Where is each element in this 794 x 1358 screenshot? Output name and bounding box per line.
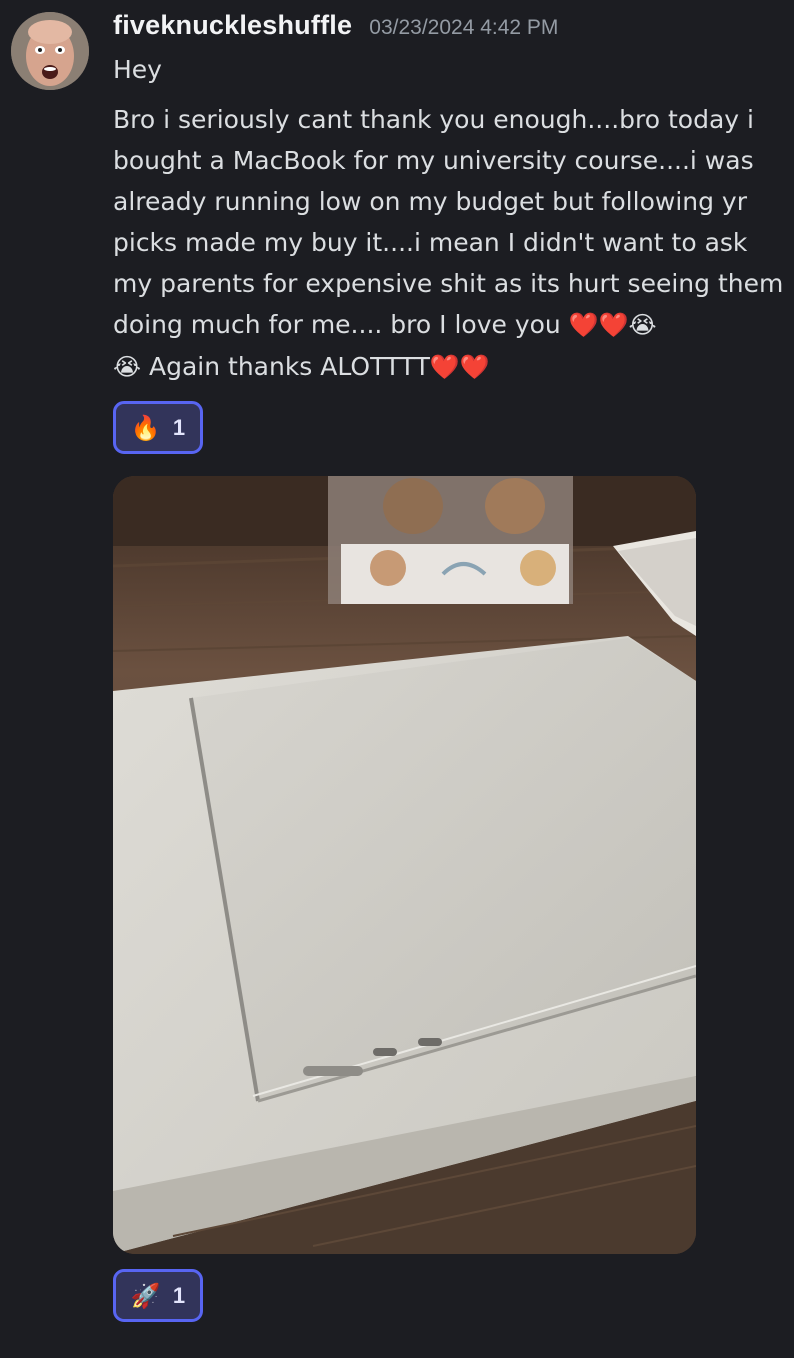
username[interactable]: fiveknuckleshuffle (113, 10, 352, 40)
reaction-rocket[interactable]: 🚀 1 (113, 1269, 203, 1322)
message-body-tail: Again thanks ALOTTTT (141, 352, 430, 381)
message-body-text: Bro i seriously cant thank you enough...… (113, 105, 784, 339)
user-avatar[interactable] (11, 12, 89, 90)
chat-message: fiveknuckleshuffle 03/23/2024 4:42 PM He… (0, 0, 794, 1358)
reaction-fire[interactable]: 🔥 1 (113, 401, 203, 454)
reaction-count: 1 (172, 1282, 186, 1308)
hearts-crying-emoji: ❤️❤️😭 (568, 311, 657, 339)
hearts-emoji: ❤️❤️ (429, 353, 490, 381)
message-body: Bro i seriously cant thank you enough...… (113, 99, 785, 388)
avatar-face-icon (11, 12, 89, 90)
crying-emoji: 😭 (113, 353, 142, 381)
fire-icon: 🔥 (130, 413, 161, 442)
reaction-count: 1 (172, 414, 186, 440)
timestamp: 03/23/2024 4:42 PM (369, 16, 559, 39)
rocket-icon: 🚀 (130, 1281, 161, 1310)
image-attachment[interactable] (113, 476, 696, 1254)
message-header: fiveknuckleshuffle 03/23/2024 4:42 PM (113, 10, 558, 41)
message-line-hey: Hey (113, 55, 162, 84)
photo-attachment (113, 476, 696, 1254)
